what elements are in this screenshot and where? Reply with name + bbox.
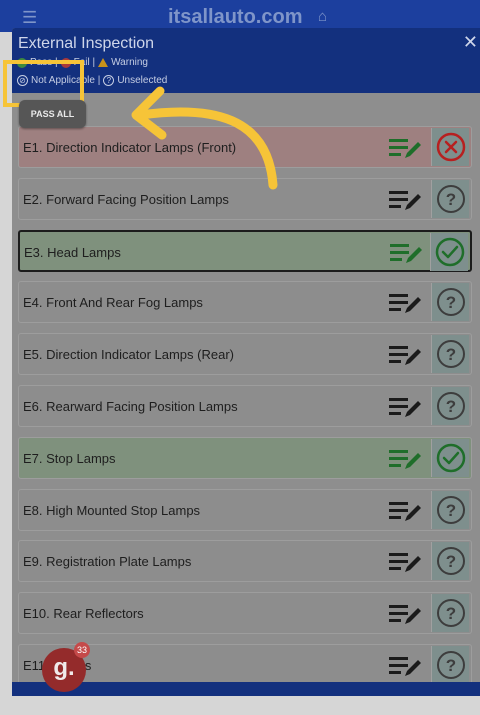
unselected-icon: ? <box>103 75 115 86</box>
svg-text:?: ? <box>446 190 456 209</box>
notes-icon[interactable] <box>389 137 423 159</box>
notes-icon[interactable] <box>390 242 424 264</box>
svg-text:?: ? <box>446 604 456 623</box>
inspection-row-label: E10. Rear Reflectors <box>23 606 144 622</box>
unselected-status-icon[interactable]: ? <box>431 179 469 218</box>
notes-icon[interactable] <box>389 292 423 314</box>
notification-count-badge: 33 <box>74 642 90 658</box>
fail-status-icon[interactable] <box>431 128 469 166</box>
inspection-row: E10. Rear Reflectors? <box>18 592 472 635</box>
svg-text:?: ? <box>446 293 456 312</box>
inspection-row: E6. Rearward Facing Position Lamps? <box>18 385 472 427</box>
inspection-row: E7. Stop Lamps <box>18 436 472 479</box>
notes-icon[interactable] <box>389 448 423 470</box>
notes-icon[interactable] <box>389 500 423 522</box>
home-icon[interactable]: ⌂ <box>318 8 327 25</box>
menu-icon[interactable]: ☰ <box>22 8 37 28</box>
svg-text:?: ? <box>446 656 456 675</box>
unselected-status-icon[interactable]: ? <box>431 646 469 684</box>
notes-icon[interactable] <box>389 655 423 677</box>
notes-icon[interactable] <box>389 344 423 366</box>
close-icon[interactable]: ✕ <box>463 32 478 53</box>
notes-icon[interactable] <box>389 551 423 573</box>
modal-title: External Inspection <box>18 35 155 52</box>
unselected-status-icon[interactable]: ? <box>431 490 469 529</box>
notes-icon[interactable] <box>389 189 423 211</box>
inspection-row-label: E5. Direction Indicator Lamps (Rear) <box>23 347 234 363</box>
unselected-status-icon[interactable]: ? <box>431 335 469 374</box>
unselected-status-icon[interactable]: ? <box>431 594 469 633</box>
inspection-row-label: E9. Registration Plate Lamps <box>23 554 192 570</box>
notes-icon[interactable] <box>389 603 423 625</box>
legend-warning: Warning <box>111 57 148 68</box>
unselected-status-icon[interactable]: ? <box>431 542 469 581</box>
warning-icon <box>98 58 109 67</box>
inspection-row-label: E8. High Mounted Stop Lamps <box>23 502 201 518</box>
svg-text:?: ? <box>446 345 456 364</box>
inspection-row: E5. Direction Indicator Lamps (Rear)? <box>18 333 472 376</box>
inspection-row: E8. High Mounted Stop Lamps? <box>18 488 472 531</box>
svg-text:?: ? <box>446 501 456 520</box>
unselected-status-icon[interactable]: ? <box>431 387 469 425</box>
inspection-row-label: E4. Front And Rear Fog Lamps <box>23 295 203 311</box>
annotation-arrow <box>131 86 278 190</box>
pass-status-icon[interactable] <box>431 438 469 477</box>
svg-text:?: ? <box>446 397 456 416</box>
modal-bottom-bar <box>12 682 480 696</box>
inspection-row: E3. Head Lamps <box>18 229 472 272</box>
inspection-row: E4. Front And Rear Fog Lamps? <box>18 281 472 324</box>
inspection-row-label: E3. Head Lamps <box>24 244 121 260</box>
inspection-row-label: E7. Stop Lamps <box>23 450 116 466</box>
unselected-status-icon[interactable]: ? <box>431 283 469 322</box>
pass-all-button[interactable]: PASS ALL <box>19 100 86 128</box>
site-title: itsallauto.com <box>168 6 303 28</box>
svg-text:?: ? <box>446 552 456 571</box>
notes-icon[interactable] <box>389 396 423 418</box>
inspection-row: E9. Registration Plate Lamps? <box>18 540 472 583</box>
pass-status-icon[interactable] <box>430 232 468 271</box>
inspection-row-label: E6. Rearward Facing Position Lamps <box>23 399 238 414</box>
